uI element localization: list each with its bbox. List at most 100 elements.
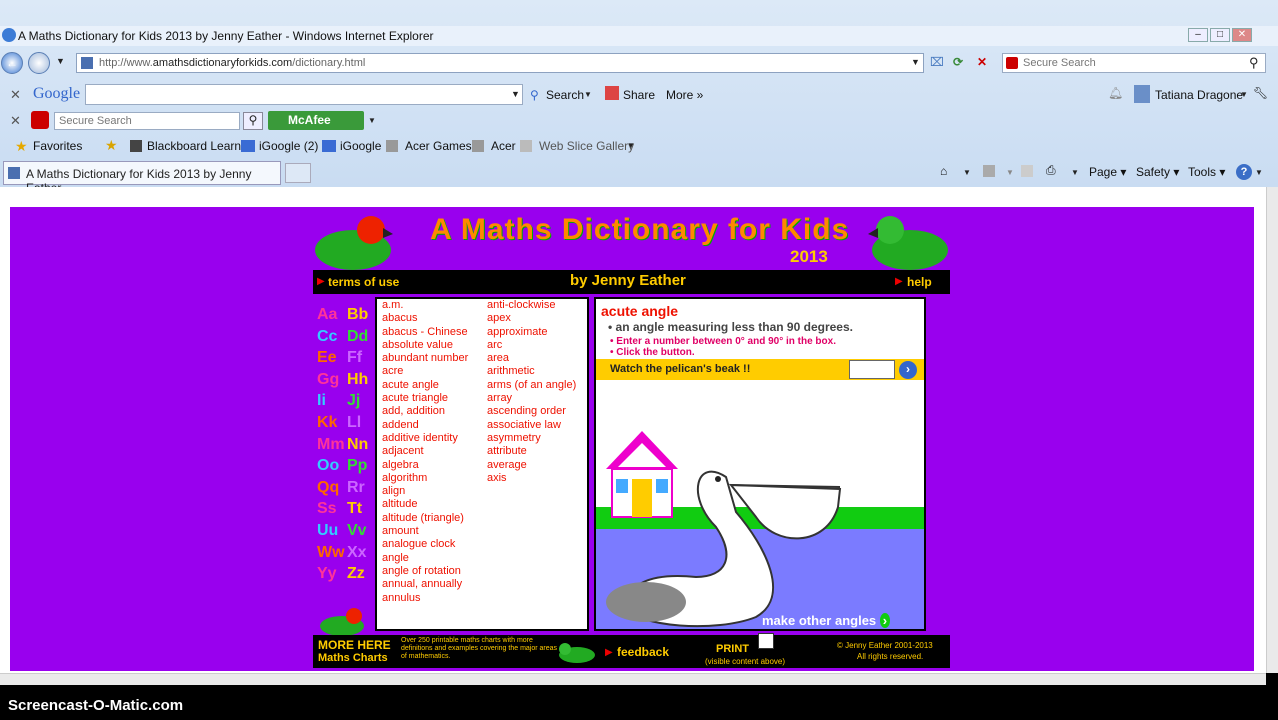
mcafee-search-button[interactable]: ⚲	[243, 112, 263, 130]
letter-link[interactable]: Pp	[347, 457, 377, 475]
address-dropdown-icon[interactable]: ▼	[911, 57, 920, 67]
terms-of-use-link[interactable]: terms of use	[328, 275, 399, 289]
letter-link[interactable]: Nn	[347, 436, 377, 454]
history-dropdown-icon[interactable]: ▼	[56, 56, 65, 66]
letter-link[interactable]: Mm	[317, 436, 347, 454]
word-link[interactable]: ascending order	[487, 405, 576, 418]
feedback-link[interactable]: feedback	[617, 645, 669, 659]
letter-link[interactable]: Vv	[347, 522, 377, 540]
letter-link[interactable]: Ff	[347, 349, 377, 367]
google-search-button[interactable]: Search	[546, 88, 584, 102]
letter-link[interactable]: Ee	[317, 349, 347, 367]
go-button[interactable]: ›	[899, 361, 917, 379]
horizontal-scrollbar[interactable]	[0, 673, 1266, 685]
word-link[interactable]: acute angle	[382, 379, 468, 392]
add-favorite-icon[interactable]: ★	[105, 137, 118, 154]
word-link[interactable]: angle of rotation	[382, 565, 468, 578]
letter-link[interactable]: Kk	[317, 414, 347, 432]
search-icon[interactable]: ⚲	[1249, 55, 1259, 71]
letter-link[interactable]: Ll	[347, 414, 377, 432]
search-dropdown-icon[interactable]: ▼	[584, 90, 592, 99]
word-link[interactable]: algorithm	[382, 472, 468, 485]
word-link[interactable]: abundant number	[382, 352, 468, 365]
word-link[interactable]: array	[487, 392, 576, 405]
vertical-scrollbar[interactable]	[1266, 187, 1278, 673]
word-link[interactable]: acute triangle	[382, 392, 468, 405]
secure-search-box[interactable]: Secure Search ⚲	[1002, 53, 1266, 73]
wrench-icon[interactable]: 🔧︎	[1253, 86, 1268, 100]
more-button[interactable]: More »	[666, 88, 703, 102]
google-search-input[interactable]: ▼	[85, 84, 523, 105]
letter-link[interactable]: Rr	[347, 479, 377, 497]
fav-item-igoogle-2[interactable]: iGoogle (2)	[259, 139, 318, 153]
more-here-label[interactable]: MORE HERE	[318, 638, 391, 652]
letter-link[interactable]: Ii	[317, 392, 347, 410]
address-bar[interactable]: http://www.amathsdictionaryforkids.com/d…	[76, 53, 924, 73]
letter-link[interactable]: Zz	[347, 565, 377, 583]
word-link[interactable]: addend	[382, 419, 468, 432]
word-link[interactable]: axis	[487, 472, 576, 485]
word-link[interactable]: area	[487, 352, 576, 365]
stop-icon[interactable]: ✕	[977, 55, 987, 69]
letter-link[interactable]: Cc	[317, 328, 347, 346]
fav-item-acer[interactable]: Acer	[491, 139, 516, 153]
page-menu[interactable]: Page ▾	[1089, 165, 1126, 179]
letter-link[interactable]: Bb	[347, 306, 377, 324]
back-button[interactable]: ←	[1, 52, 23, 74]
feeds-icon[interactable]	[983, 165, 995, 177]
mcafee-search-input[interactable]: Secure Search	[54, 112, 240, 130]
word-link[interactable]: arms (of an angle)	[487, 379, 576, 392]
letter-link[interactable]: Xx	[347, 544, 377, 562]
tab-active[interactable]: A Maths Dictionary for Kids 2013 by Jenn…	[3, 161, 281, 195]
web-slice-dropdown-icon[interactable]: ▼	[627, 141, 635, 150]
word-link[interactable]: algebra	[382, 459, 468, 472]
letter-link[interactable]: Gg	[317, 371, 347, 389]
google-user-name[interactable]: Tatiana Dragone	[1155, 88, 1243, 102]
word-link[interactable]: asymmetry	[487, 432, 576, 445]
close-button[interactable]: ✕	[1232, 28, 1252, 42]
fav-item-igoogle[interactable]: iGoogle	[340, 139, 381, 153]
help-icon[interactable]: ?	[1236, 164, 1252, 180]
maths-charts-link[interactable]: Maths Charts	[318, 652, 388, 664]
word-link[interactable]: abacus	[382, 312, 468, 325]
new-tab-button[interactable]	[285, 163, 311, 183]
printer-icon[interactable]	[758, 633, 774, 649]
word-link[interactable]: additive identity	[382, 432, 468, 445]
print-link[interactable]: PRINT	[716, 643, 749, 655]
feeds-dropdown-icon[interactable]: ▼	[1006, 168, 1014, 177]
help-dropdown-icon[interactable]: ▼	[1255, 168, 1263, 177]
word-link[interactable]: average	[487, 459, 576, 472]
letter-link[interactable]: Yy	[317, 565, 347, 583]
help-link[interactable]: help	[907, 275, 932, 289]
letter-link[interactable]: Jj	[347, 392, 377, 410]
letter-link[interactable]: Ww	[317, 544, 347, 562]
mcafee-dropdown-icon[interactable]: ▼	[368, 116, 376, 125]
user-dropdown-icon[interactable]: ▼	[1240, 90, 1248, 99]
word-link[interactable]: approximate	[487, 326, 576, 339]
address-url[interactable]: http://www.amathsdictionaryforkids.com/d…	[99, 57, 365, 69]
notification-bell-icon[interactable]: 🔔︎	[1108, 86, 1123, 100]
letter-link[interactable]: Aa	[317, 306, 347, 324]
word-link[interactable]: analogue clock	[382, 538, 468, 551]
google-search-dropdown-icon[interactable]: ▼	[511, 89, 520, 99]
letter-link[interactable]: Oo	[317, 457, 347, 475]
word-link[interactable]: absolute value	[382, 339, 468, 352]
mcafee-button[interactable]: McAfee	[268, 111, 364, 130]
word-link[interactable]: annulus	[382, 592, 468, 605]
forward-button[interactable]	[28, 52, 50, 74]
word-link[interactable]: arc	[487, 339, 576, 352]
word-link[interactable]: adjacent	[382, 445, 468, 458]
print-icon[interactable]: ⎙	[1046, 163, 1056, 178]
share-button[interactable]: Share	[623, 88, 655, 102]
mail-icon[interactable]	[1021, 165, 1033, 177]
word-link[interactable]: abacus - Chinese	[382, 326, 468, 339]
print-dropdown-icon[interactable]: ▼	[1071, 168, 1079, 177]
compatibility-icon[interactable]: ⌧	[930, 55, 944, 69]
word-link[interactable]: annual, annually	[382, 578, 468, 591]
favorites-button[interactable]: Favorites	[33, 139, 82, 153]
refresh-icon[interactable]: ⟳	[953, 55, 963, 69]
word-link[interactable]: align	[382, 485, 468, 498]
safety-menu[interactable]: Safety ▾	[1136, 165, 1179, 179]
word-link[interactable]: angle	[382, 552, 468, 565]
make-other-angles-link[interactable]: make other angles ›	[762, 613, 891, 628]
